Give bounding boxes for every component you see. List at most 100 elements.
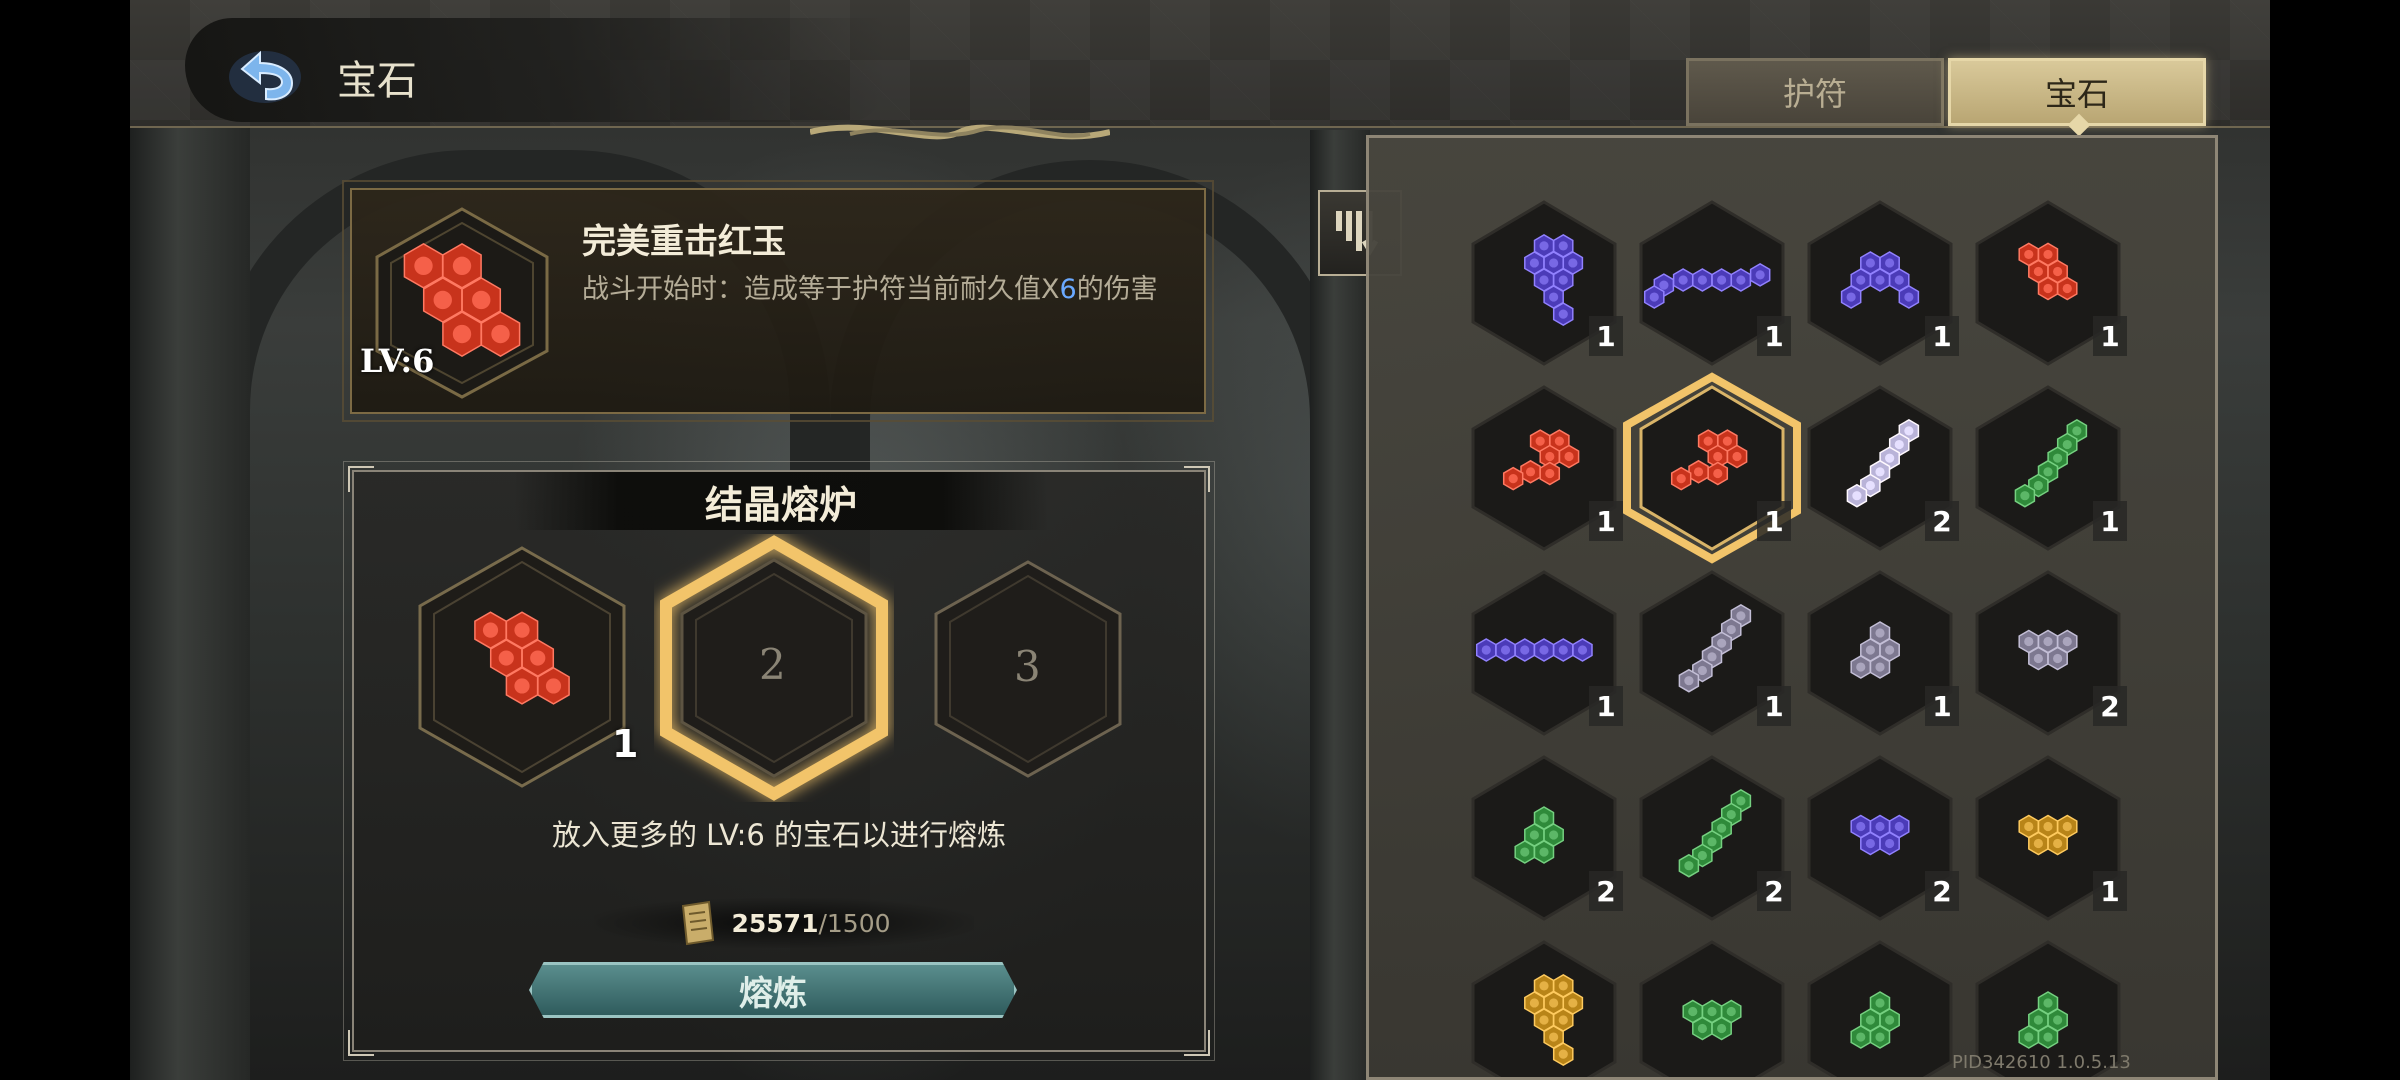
gem-piece-facet (1558, 275, 1568, 285)
gem-count: 1 (2093, 871, 2127, 911)
gem-piece-facet (1545, 468, 1555, 479)
smelt-button[interactable]: 熔炼 (529, 962, 1017, 1018)
gem-piece-facet (1846, 292, 1856, 302)
gem-piece-facet (1539, 847, 1549, 857)
inventory-gem-slot[interactable]: 1 (1469, 568, 1623, 738)
gem-piece-facet (1529, 258, 1539, 268)
game-screen: 宝石 护符 宝石 LV:6 完美重击红玉 战斗开始时：造成等于护符当前耐久值X6… (130, 0, 2270, 1080)
gem-piece-facet (514, 678, 530, 694)
gem-piece-facet (1717, 823, 1727, 833)
gem-piece-facet (1577, 645, 1588, 655)
gem-name: 完美重击红玉 (582, 222, 786, 262)
inventory-gem-slot[interactable]: 2 (1973, 568, 2127, 738)
gem-count: 1 (2093, 501, 2127, 541)
gem-piece-facet (1549, 258, 1559, 268)
smelt-cost: 25571/1500 (594, 898, 974, 948)
scroll-icon (682, 900, 715, 946)
tab-gem[interactable]: 宝石 (1948, 58, 2206, 126)
panel-corner (348, 466, 374, 492)
gem-description-text: 战斗开始时：造成等于护符当前耐久值X (582, 274, 1060, 305)
gem-piece-facet (1894, 439, 1904, 450)
inventory-gem-slot[interactable]: 2 (1805, 753, 1959, 923)
gem-piece-facet (1558, 1015, 1568, 1025)
gem-piece-facet (1535, 436, 1545, 446)
gem-description-text: 的伤害 (1076, 274, 1158, 305)
gem-piece-facet (1904, 292, 1914, 302)
gem-piece-facet (1865, 258, 1875, 268)
furnace-slot-2[interactable]: 2 (654, 534, 894, 802)
gem-piece-facet (1717, 275, 1727, 285)
gem-piece-facet (1713, 468, 1723, 479)
inventory-gem-slot[interactable]: 2 (1469, 753, 1623, 923)
gem-piece-facet (2062, 283, 2072, 294)
inventory-gem-slot[interactable]: 1 (1469, 198, 1623, 368)
gem-piece-facet (1549, 292, 1559, 302)
furnace-slot-number: 3 (1014, 642, 1041, 691)
gem-piece-facet (1726, 1006, 1736, 1017)
gem-count: 2 (1925, 871, 1959, 911)
inventory-gem-slot[interactable]: 2 (1805, 383, 1959, 553)
gem-piece-facet (1558, 309, 1568, 319)
gem-piece-facet (1707, 652, 1717, 662)
gem-piece-facet (1539, 645, 1549, 655)
inventory-gem-slot[interactable]: 1 (1637, 198, 1791, 368)
background-pillar (130, 120, 250, 1080)
gem-piece-facet (1558, 1049, 1568, 1059)
gem-piece-facet (1688, 1006, 1698, 1017)
gem-piece-facet (1539, 813, 1549, 823)
inventory-gem-slot[interactable]: 1 (1469, 383, 1623, 553)
gem-piece-facet (1717, 638, 1727, 648)
inventory-gem-slot[interactable]: 1 (1623, 372, 1801, 564)
gem-description: 战斗开始时：造成等于护符当前耐久值X6的伤害 (582, 268, 1182, 312)
inventory-gem-slot[interactable] (1637, 938, 1787, 1077)
inventory-gem-slot[interactable]: 1 (1637, 568, 1791, 738)
gem-piece-facet (1875, 467, 1885, 477)
gem-piece-facet (2043, 467, 2053, 477)
gem-piece-facet (1697, 665, 1707, 676)
furnace-hint: 放入更多的 LV:6 的宝石以进行熔炼 (551, 818, 1007, 852)
gem-piece-facet (1525, 467, 1536, 477)
gem-piece-facet (1539, 1015, 1549, 1025)
inventory-gem-slot[interactable] (1469, 938, 1619, 1077)
inventory-gem-slot[interactable]: 1 (1973, 198, 2127, 368)
inventory-gem-slot[interactable]: 2 (1637, 753, 1791, 923)
inventory-gem-slot[interactable] (1805, 938, 1955, 1077)
inventory-gem-slot[interactable]: 1 (1973, 753, 2127, 923)
gem-piece-facet (452, 256, 472, 276)
tab-amulet[interactable]: 护符 (1686, 58, 1944, 126)
gem-piece-facet (2024, 636, 2034, 647)
gem-piece-facet (2053, 838, 2063, 849)
gem-piece-facet (1875, 275, 1885, 285)
back-arrow-icon (229, 50, 301, 103)
gem-piece-facet (498, 650, 514, 666)
gem-piece-facet (2033, 838, 2043, 849)
gem-piece-facet (1676, 474, 1686, 484)
panel-corner (1184, 466, 1210, 492)
gem-piece-facet (1549, 1032, 1559, 1042)
furnace-slot-3[interactable]: 3 (928, 556, 1128, 782)
gem-piece-facet (1894, 821, 1904, 832)
gem-icon (1639, 940, 1785, 1077)
gem-piece-facet (1722, 436, 1732, 446)
inventory-gem-slot[interactable]: 1 (1805, 568, 1959, 738)
gem-piece-facet (1865, 1015, 1875, 1025)
gem-piece-facet (1707, 837, 1717, 847)
gem-piece-facet (1865, 480, 1875, 491)
gem-piece-facet (1545, 451, 1555, 462)
furnace-slot-1[interactable]: 1 (412, 542, 638, 792)
gem-piece-facet (1684, 676, 1694, 686)
gem-piece-facet (1529, 830, 1539, 840)
gem-icon (1807, 940, 1953, 1077)
gem-inventory-panel: 1 1 1 1 1 1 2 1 1 1 1 2 2 2 2 1 (1366, 135, 2218, 1080)
gem-piece-facet (2043, 283, 2053, 294)
gem-piece-facet (1481, 645, 1491, 655)
back-button[interactable] (225, 40, 305, 110)
inventory-gem-slot[interactable]: 1 (1805, 198, 1959, 368)
inventory-gem-slot[interactable]: 1 (1973, 383, 2127, 553)
gem-piece-facet (2072, 426, 2082, 436)
gem-piece-facet (1549, 998, 1559, 1008)
gem-count: 2 (1589, 871, 1623, 911)
gem-piece-facet (2043, 636, 2053, 647)
gem-piece-facet (2033, 653, 2043, 664)
gem-piece-facet (2024, 249, 2034, 260)
